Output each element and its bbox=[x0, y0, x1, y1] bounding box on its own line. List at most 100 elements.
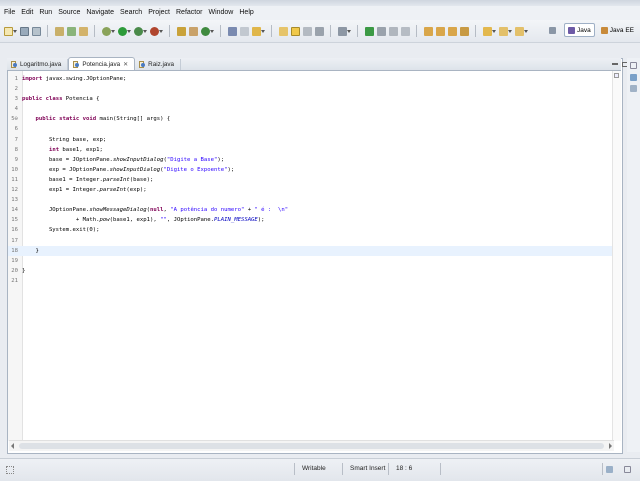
perspective-javaee-button[interactable]: Java EE bbox=[597, 23, 638, 37]
perspective-java-button[interactable]: Java bbox=[564, 23, 595, 37]
progress-icon[interactable] bbox=[606, 466, 613, 473]
minimize-icon[interactable] bbox=[612, 63, 618, 65]
open-task-icon[interactable] bbox=[239, 26, 249, 36]
code-line: 6 bbox=[15, 124, 612, 134]
overview-ruler[interactable] bbox=[612, 71, 621, 441]
run-icon[interactable] bbox=[117, 26, 127, 36]
right-trim-stack bbox=[627, 58, 640, 452]
search-dropdown-icon[interactable] bbox=[261, 29, 265, 33]
next-annotation-icon[interactable] bbox=[337, 26, 347, 36]
terminate-icon[interactable] bbox=[388, 26, 398, 36]
last-edit-icon[interactable] bbox=[482, 26, 492, 36]
suspend-icon[interactable] bbox=[376, 26, 386, 36]
new-package-icon[interactable] bbox=[188, 26, 198, 36]
open-perspective-button[interactable] bbox=[545, 23, 562, 37]
line-number: 16 bbox=[11, 227, 18, 234]
new-java-project-icon[interactable] bbox=[176, 26, 186, 36]
step-return-icon[interactable] bbox=[447, 26, 457, 36]
drop-to-frame-icon[interactable] bbox=[459, 26, 469, 36]
open-type-icon[interactable] bbox=[227, 26, 237, 36]
tab-raiz[interactable]: Raiz.java bbox=[135, 59, 182, 70]
save-all-icon[interactable] bbox=[31, 26, 41, 36]
external-tools-icon[interactable] bbox=[149, 26, 159, 36]
debug-icon[interactable] bbox=[101, 26, 111, 36]
menu-navigate[interactable]: Navigate bbox=[83, 6, 117, 20]
debug-dropdown-icon[interactable] bbox=[111, 29, 115, 33]
code-line: 5⊖ public static void main(String[] args… bbox=[11, 114, 612, 124]
outline-icon[interactable] bbox=[630, 74, 637, 81]
horizontal-scrollbar[interactable] bbox=[9, 440, 614, 451]
toolbar-separator bbox=[94, 25, 95, 37]
menu-file[interactable]: File bbox=[1, 6, 18, 20]
step-over-icon[interactable] bbox=[435, 26, 445, 36]
code-editor[interactable]: 1 import javax.swing.JOptionPane; 2 3 publ… bbox=[8, 74, 612, 434]
code-line: 7 String base, exp; bbox=[15, 135, 612, 145]
line-number: 20 bbox=[11, 267, 18, 274]
menu-run[interactable]: Run bbox=[36, 6, 55, 20]
menu-source[interactable]: Source bbox=[55, 6, 83, 20]
task-icon[interactable] bbox=[78, 26, 88, 36]
toolbar-separator bbox=[416, 25, 417, 37]
java-file-icon bbox=[11, 61, 18, 68]
menu-search[interactable]: Search bbox=[117, 6, 145, 20]
close-icon[interactable]: ✕ bbox=[123, 61, 128, 68]
resume-icon[interactable] bbox=[364, 26, 374, 36]
show-whitespace-icon[interactable] bbox=[302, 26, 312, 36]
tab-label: Potencia.java bbox=[82, 60, 121, 68]
coverage-dropdown-icon[interactable] bbox=[143, 29, 147, 33]
next-annotation-dropdown-icon[interactable] bbox=[347, 29, 351, 33]
tab-logaritmo[interactable]: Logaritmo.java bbox=[7, 59, 69, 70]
menu-edit[interactable]: Edit bbox=[18, 6, 36, 20]
scroll-left-icon[interactable] bbox=[11, 443, 14, 449]
new-class-icon[interactable] bbox=[200, 26, 210, 36]
menu-project[interactable]: Project bbox=[145, 6, 173, 20]
line-number: 14 bbox=[11, 207, 18, 214]
block-selection-icon[interactable] bbox=[314, 26, 324, 36]
line-number: 8 bbox=[14, 146, 18, 153]
toolbar-separator bbox=[47, 25, 48, 37]
step-into-icon[interactable] bbox=[423, 26, 433, 36]
coverage-icon[interactable] bbox=[133, 26, 143, 36]
scroll-thumb[interactable] bbox=[19, 443, 604, 449]
notification-icon[interactable] bbox=[624, 466, 631, 473]
task-list-icon[interactable] bbox=[630, 85, 637, 92]
tab-label: Raiz.java bbox=[148, 61, 175, 68]
save-icon[interactable] bbox=[19, 26, 29, 36]
external-tools-dropdown-icon[interactable] bbox=[159, 29, 163, 33]
publish-icon[interactable] bbox=[66, 26, 76, 36]
search-icon[interactable] bbox=[251, 26, 261, 36]
menu-window[interactable]: Window bbox=[205, 6, 236, 20]
tab-potencia[interactable]: Potencia.java ✕ bbox=[68, 57, 136, 70]
tab-label: Logaritmo.java bbox=[20, 61, 62, 68]
restore-icon[interactable] bbox=[630, 62, 637, 69]
toolbar-separator bbox=[220, 25, 221, 37]
line-number: 21 bbox=[11, 277, 18, 284]
overview-status-icon bbox=[614, 73, 619, 78]
line-number: 17 bbox=[11, 237, 18, 244]
code-line: 14 JOptionPane.showMessageDialog(null, "… bbox=[11, 205, 612, 215]
toggle-mark-occurrences-icon[interactable] bbox=[290, 26, 300, 36]
new-icon[interactable] bbox=[3, 26, 13, 36]
toggle-annotation-icon[interactable] bbox=[278, 26, 288, 36]
line-number: 15 bbox=[11, 217, 18, 224]
run-dropdown-icon[interactable] bbox=[127, 29, 131, 33]
menu-refactor[interactable]: Refactor bbox=[173, 6, 205, 20]
toolbar-separator bbox=[169, 25, 170, 37]
disconnect-icon[interactable] bbox=[400, 26, 410, 36]
code-line: 13 bbox=[11, 195, 612, 205]
status-insert-mode: Smart Insert bbox=[350, 465, 386, 472]
new-class-dropdown-icon[interactable] bbox=[210, 29, 214, 33]
back-icon[interactable] bbox=[498, 26, 508, 36]
new-dropdown-icon[interactable] bbox=[13, 29, 17, 33]
open-perspective-icon bbox=[549, 26, 557, 34]
code-line: 17 bbox=[11, 236, 612, 246]
menu-help[interactable]: Help bbox=[236, 6, 256, 20]
last-edit-dropdown-icon[interactable] bbox=[492, 29, 496, 33]
server-icon[interactable] bbox=[54, 26, 64, 36]
status-separator bbox=[294, 463, 295, 475]
back-dropdown-icon[interactable] bbox=[508, 29, 512, 33]
fast-view-icon[interactable] bbox=[6, 466, 14, 474]
scroll-right-icon[interactable] bbox=[609, 443, 612, 449]
forward-icon[interactable] bbox=[514, 26, 524, 36]
forward-dropdown-icon[interactable] bbox=[524, 29, 528, 33]
